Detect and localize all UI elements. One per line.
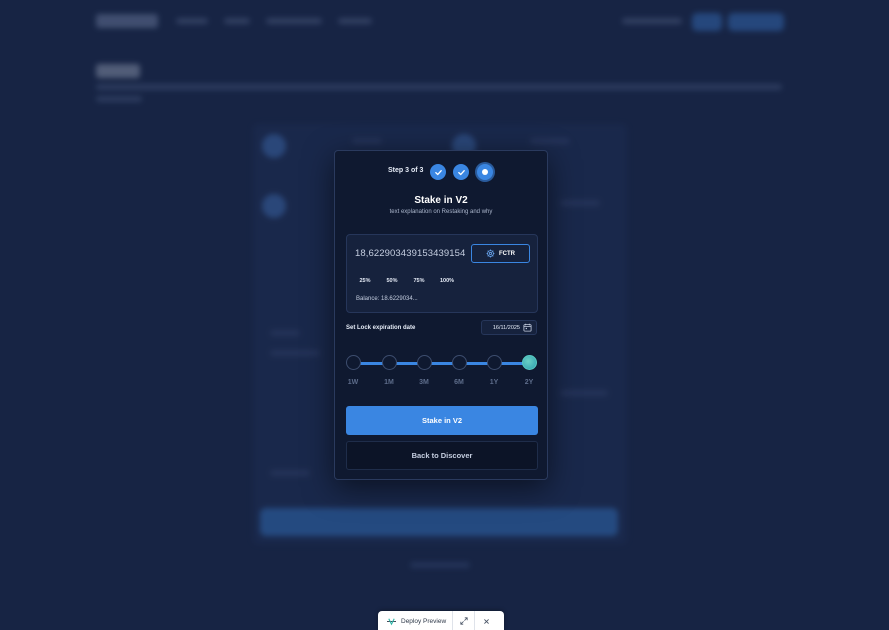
active-step-dot xyxy=(482,169,488,175)
expand-button[interactable] xyxy=(453,611,476,630)
duration-node-1w[interactable] xyxy=(346,355,361,370)
stake-in-v2-button[interactable]: Stake in V2 xyxy=(346,406,538,435)
duration-label-1w: 1W xyxy=(347,379,359,386)
expand-icon xyxy=(460,617,468,625)
percent-25-button[interactable]: 25% xyxy=(353,274,377,287)
token-label: FCTR xyxy=(499,250,515,257)
percent-100-button[interactable]: 100% xyxy=(434,274,460,287)
date-value: 16/11/2025 xyxy=(492,324,520,331)
percent-50-button[interactable]: 50% xyxy=(380,274,404,287)
step-2-complete xyxy=(453,164,469,180)
duration-node-6m[interactable] xyxy=(452,355,467,370)
duration-slider-track[interactable] xyxy=(353,362,529,365)
step-3-active xyxy=(477,164,493,180)
token-selector-button[interactable]: FCTR xyxy=(471,244,530,263)
duration-label-3m: 3M xyxy=(419,379,429,386)
duration-label-1y: 1Y xyxy=(489,379,499,386)
percent-75-button[interactable]: 75% xyxy=(407,274,431,287)
close-button[interactable] xyxy=(475,611,497,630)
deploy-preview-button[interactable]: Deploy Preview xyxy=(378,611,454,630)
modal-title: Stake in V2 xyxy=(414,195,468,206)
stepper: Step 3 of 3 xyxy=(335,164,547,180)
back-to-discover-button[interactable]: Back to Discover xyxy=(346,441,538,470)
deploy-preview-toolbar: Deploy Preview xyxy=(378,611,504,630)
modal-subtitle: text explanation on Restaking and why xyxy=(389,209,493,215)
check-icon xyxy=(457,169,465,175)
date-picker-button[interactable]: 16/11/2025 xyxy=(481,320,537,335)
duration-node-2y[interactable] xyxy=(522,355,537,370)
duration-label-2y: 2Y xyxy=(524,379,534,386)
stake-modal: Step 3 of 3 Stake in V2 text explanation… xyxy=(334,150,548,480)
duration-node-1m[interactable] xyxy=(382,355,397,370)
check-icon xyxy=(434,169,442,175)
amount-panel: 18,622903439153439154 FCTR 25% 50% 75% 1… xyxy=(346,234,538,313)
calendar-icon xyxy=(523,323,532,332)
gear-icon xyxy=(486,249,495,258)
deploy-preview-label: Deploy Preview xyxy=(401,617,447,625)
duration-node-3m[interactable] xyxy=(417,355,432,370)
duration-label-1m: 1M xyxy=(384,379,394,386)
amount-input[interactable]: 18,622903439153439154 xyxy=(355,248,465,259)
step-counter: Step 3 of 3 xyxy=(388,167,424,174)
duration-label-6m: 6M xyxy=(454,379,464,386)
step-1-complete xyxy=(430,164,446,180)
balance-text: Balance: 18.6229034... xyxy=(356,296,418,302)
close-icon xyxy=(483,618,489,624)
lock-expiration-label: Set Lock expiration date xyxy=(346,325,416,331)
deploy-logo-icon xyxy=(387,618,396,625)
duration-node-1y[interactable] xyxy=(487,355,502,370)
